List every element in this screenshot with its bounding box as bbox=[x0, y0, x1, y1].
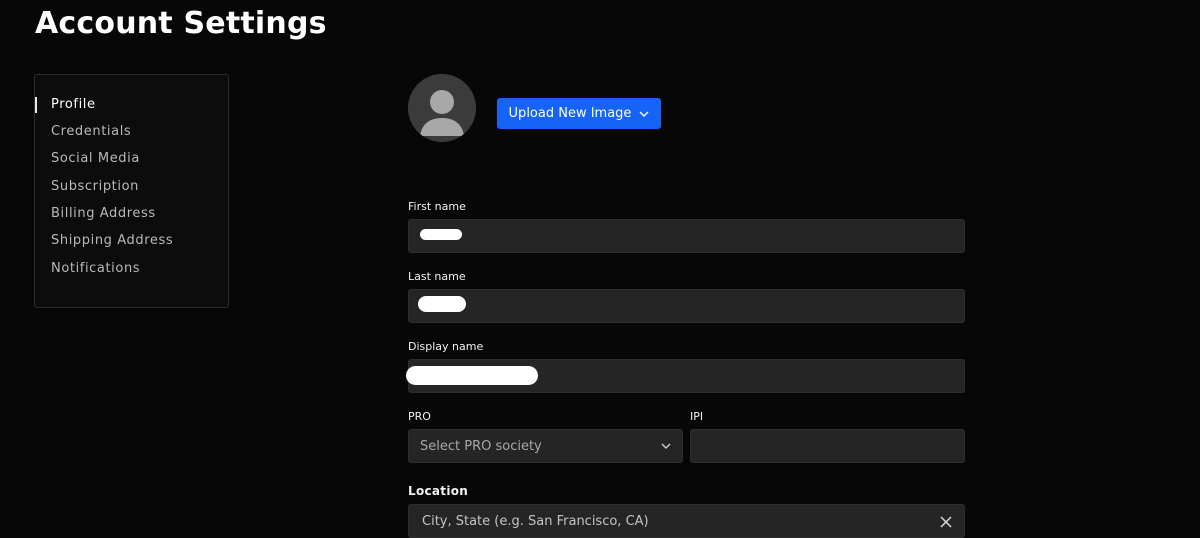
upload-button-label: Upload New Image bbox=[508, 106, 632, 121]
redaction-mark bbox=[420, 229, 462, 240]
redaction-mark bbox=[406, 366, 538, 385]
sidebar-item-subscription[interactable]: Subscription bbox=[51, 179, 139, 194]
chevron-down-icon bbox=[661, 443, 671, 449]
location-field[interactable]: City, State (e.g. San Francisco, CA) bbox=[408, 504, 965, 538]
upload-new-image-button[interactable]: Upload New Image bbox=[497, 98, 661, 129]
first-name-label: First name bbox=[408, 200, 466, 213]
sidebar-item-billing-address[interactable]: Billing Address bbox=[51, 206, 156, 221]
ipi-field[interactable] bbox=[690, 429, 965, 463]
sidebar-item-credentials[interactable]: Credentials bbox=[51, 124, 131, 139]
sidebar-item-shipping-address[interactable]: Shipping Address bbox=[51, 233, 173, 248]
first-name-field[interactable] bbox=[408, 219, 965, 253]
location-label: Location bbox=[408, 484, 469, 498]
pro-label: PRO bbox=[408, 410, 431, 423]
user-silhouette-icon bbox=[408, 74, 476, 142]
pro-society-select[interactable]: Select PRO society bbox=[408, 429, 683, 463]
last-name-label: Last name bbox=[408, 270, 466, 283]
page-title: Account Settings bbox=[35, 6, 327, 41]
last-name-field[interactable] bbox=[408, 289, 965, 323]
active-indicator bbox=[35, 97, 37, 113]
display-name-label: Display name bbox=[408, 340, 484, 353]
sidebar-item-profile[interactable]: Profile bbox=[51, 97, 96, 112]
ipi-label: IPI bbox=[690, 410, 704, 423]
chevron-down-icon bbox=[639, 111, 649, 117]
sidebar-item-notifications[interactable]: Notifications bbox=[51, 261, 140, 276]
avatar[interactable] bbox=[408, 74, 476, 142]
sidebar-item-social-media[interactable]: Social Media bbox=[51, 151, 140, 166]
redaction-mark bbox=[418, 296, 466, 312]
close-icon[interactable] bbox=[940, 516, 952, 528]
settings-sidebar: Profile Credentials Social Media Subscri… bbox=[34, 74, 229, 308]
